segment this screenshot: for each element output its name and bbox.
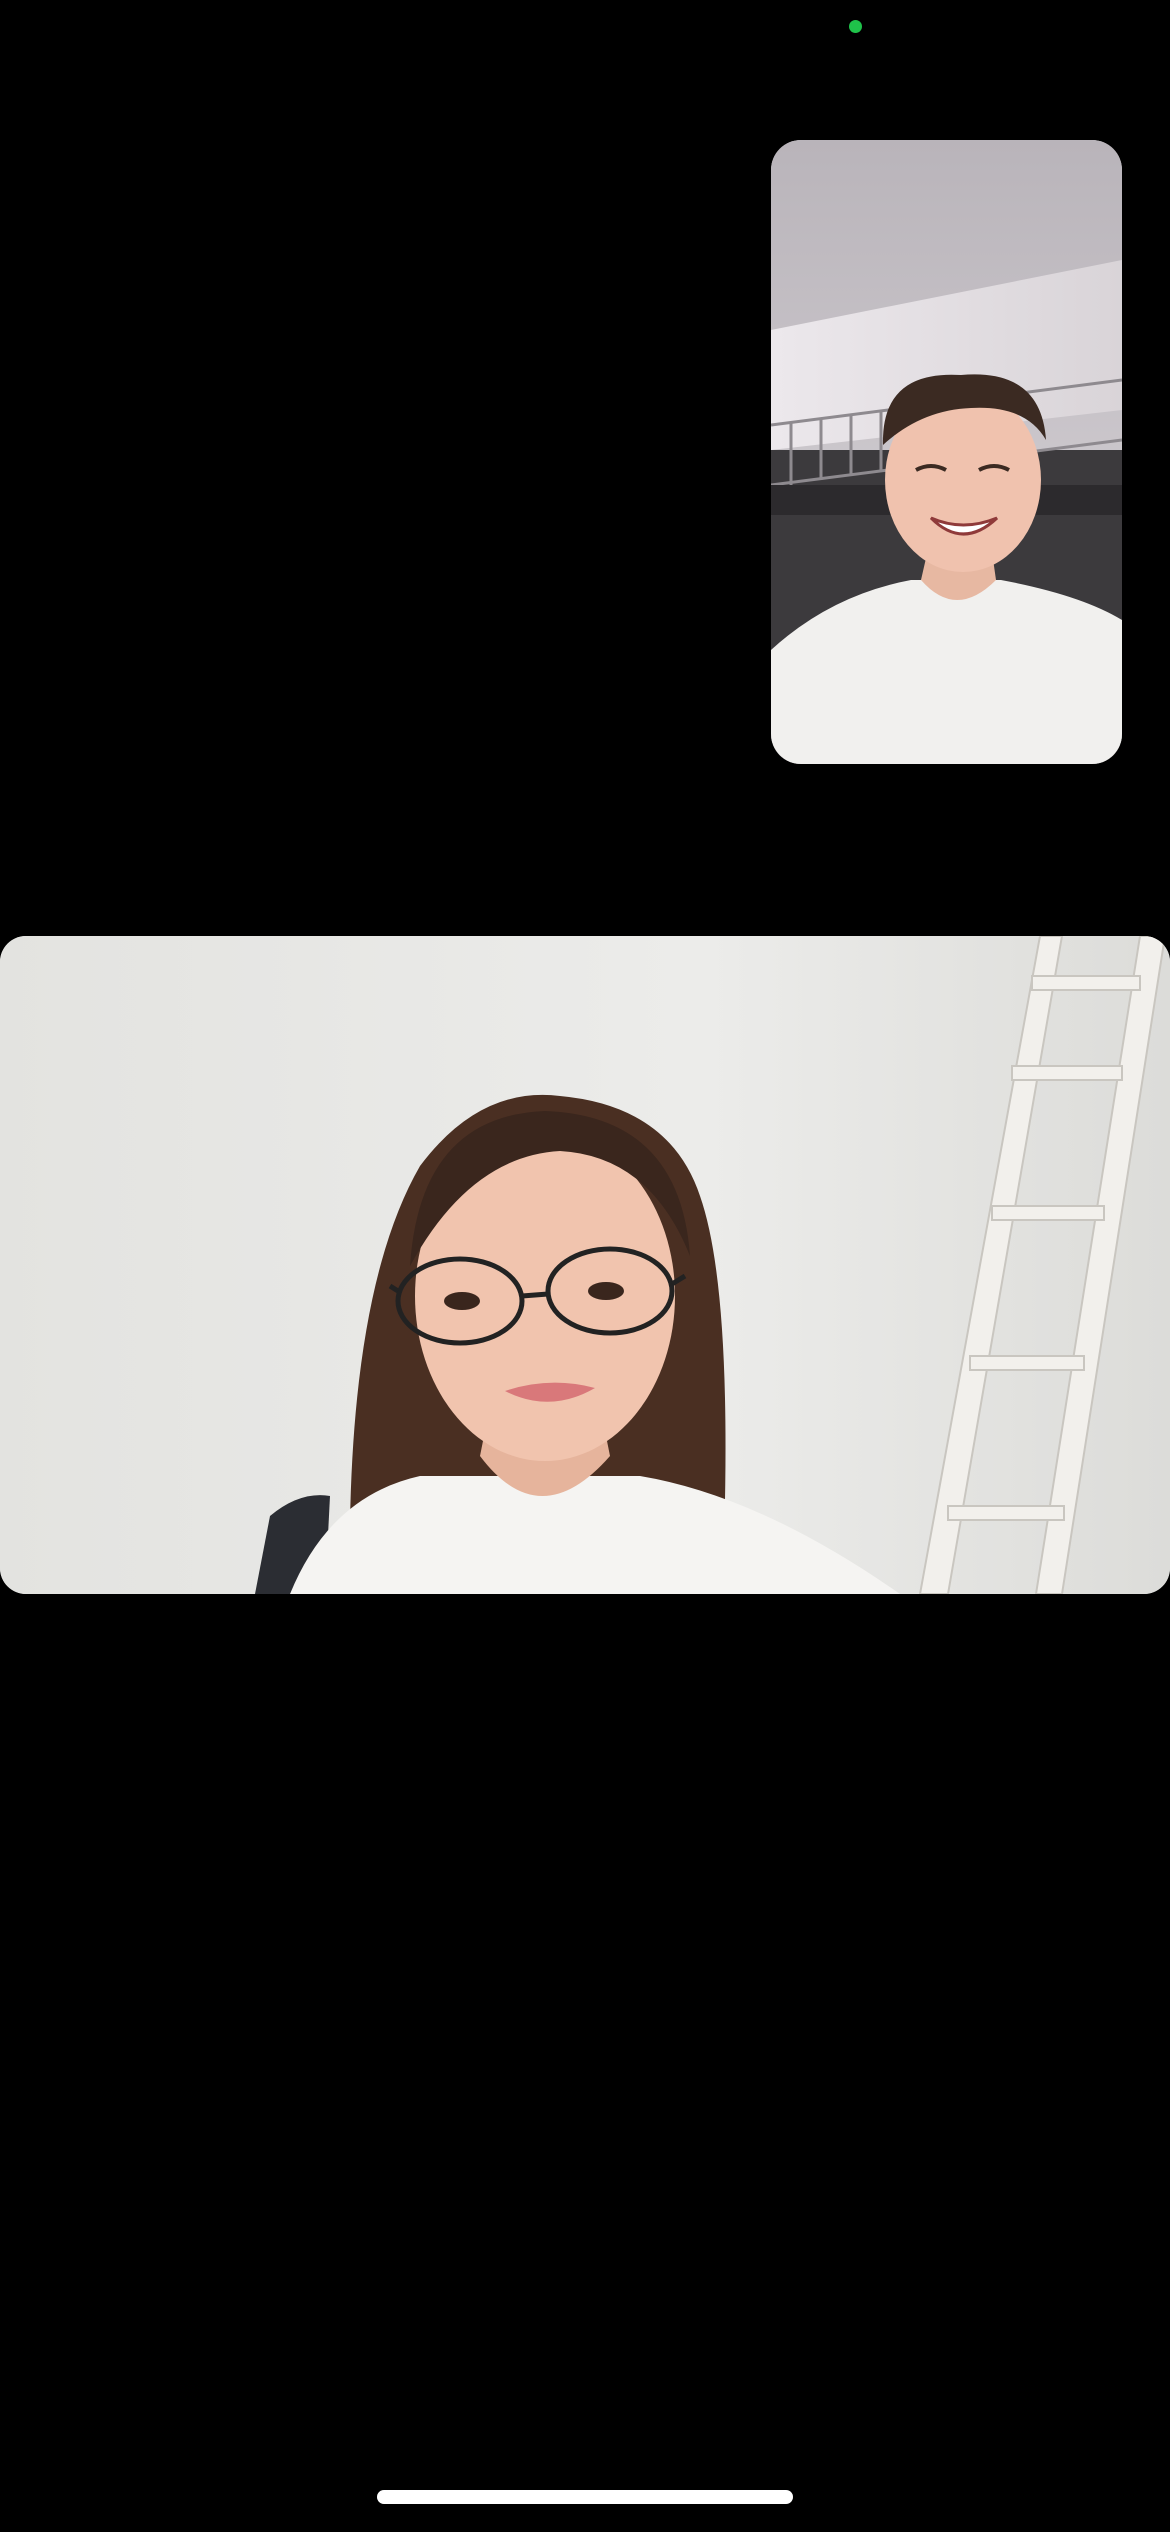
self-video-image bbox=[771, 140, 1122, 764]
facetime-call-screen bbox=[0, 0, 1170, 2532]
self-video-preview[interactable] bbox=[771, 140, 1122, 764]
remote-video-feed[interactable] bbox=[0, 936, 1170, 1594]
remote-video-image bbox=[0, 936, 1170, 1594]
home-indicator[interactable] bbox=[377, 2490, 793, 2504]
camera-in-use-indicator-icon bbox=[849, 20, 862, 33]
